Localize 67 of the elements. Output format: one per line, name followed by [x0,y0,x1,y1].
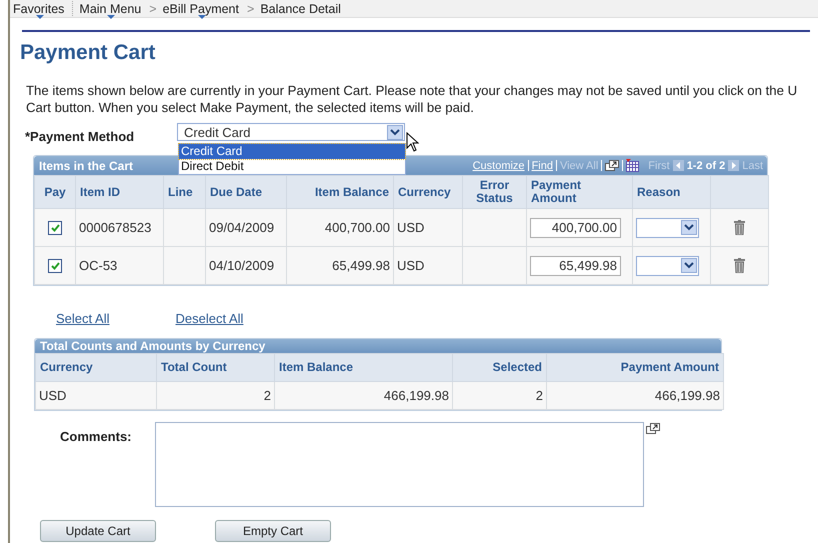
next-icon[interactable] [728,160,740,171]
column-header: Currency [36,354,156,382]
field-label: Comments: [60,429,133,444]
table-cell: 2 [156,382,274,410]
table-cell: OC-53 [76,246,164,284]
check-icon [50,224,60,232]
column-header: Due Date [206,176,286,208]
breadcrumb-item[interactable]: Main Menu [77,2,146,16]
table-cell: USD [394,208,462,246]
table-cell: USD [36,382,156,410]
table-cell: 466,199.98 [274,382,452,410]
chevron-icon[interactable] [387,124,403,140]
field-label: *Payment Method [25,128,136,144]
trash-icon[interactable] [734,258,745,273]
table-cell: 400,700.00 [286,208,394,246]
column-header: Total Count [156,354,274,382]
page-title: Payment Cart [20,41,156,65]
breadcrumb-separator: > [247,2,254,16]
chevron-icon [681,258,697,273]
dropdown-option[interactable]: Direct Debit [179,159,405,174]
page-range: 1-2 of 2 [686,160,726,172]
table-cell: 2 [452,382,546,410]
breadcrumb-item[interactable]: Favorites [11,2,68,16]
link[interactable]: Select All [56,311,110,326]
column-header: Selected [452,354,546,382]
spreadsheet-icon[interactable] [626,159,640,172]
table-cell: 0000678523 [76,208,164,246]
table-cell: 04/10/2009 [206,246,286,284]
table-cell: USD [394,246,462,284]
expand-icon[interactable] [646,423,660,434]
trash-icon[interactable] [734,220,745,235]
instruction-text: The items shown below are currently in your Payment Cart. Please note that your changes may not be saved until you click on the U [26,82,798,99]
breadcrumb-item[interactable]: eBill Payment [160,2,243,16]
checkbox[interactable] [48,220,62,234]
column-header: Currency [394,176,462,208]
comments-field[interactable] [155,422,644,507]
dropdown-option[interactable]: Credit Card [179,144,405,159]
dropdown-icon [107,14,116,18]
grid-title: Total Counts and Amounts by Currency [40,339,266,353]
column-header: Item ID [76,176,164,208]
column-header: Pay [34,176,76,208]
column-header: Reason [632,176,710,208]
column-header: Line [164,176,206,208]
column-header: Payment Amount [546,354,724,382]
payment-amount-field[interactable]: 65,499.98 [530,256,621,276]
checkbox[interactable] [48,258,62,272]
dropdown-icon [36,14,44,18]
column-header: Item Balance [286,176,394,208]
new-window-icon[interactable] [605,160,620,171]
button[interactable]: Update Cart [40,520,156,542]
previous-icon[interactable] [672,160,684,171]
breadcrumb-separator: > [149,2,157,16]
breadcrumb-item[interactable]: Balance Detail [258,2,345,16]
button[interactable]: Empty Cart [215,520,331,542]
column-header: Payment Amount [526,176,632,208]
column-header: Item Balance [274,354,452,382]
check-icon [50,262,60,270]
grid-title: Items in the Cart [39,158,134,172]
instruction-text: Cart button. When you select Make Payment, the selected items will be paid. [26,99,475,116]
table-cell: 466,199.98 [546,382,724,410]
dropdown-icon [198,14,206,18]
payment-amount-field[interactable]: 400,700.00 [530,218,621,238]
chevron-icon [681,220,697,235]
column-header: Error Status [462,176,526,208]
table-cell: 09/04/2009 [206,208,286,246]
table-cell: 65,499.98 [286,246,394,284]
link[interactable]: Deselect All [175,311,244,326]
